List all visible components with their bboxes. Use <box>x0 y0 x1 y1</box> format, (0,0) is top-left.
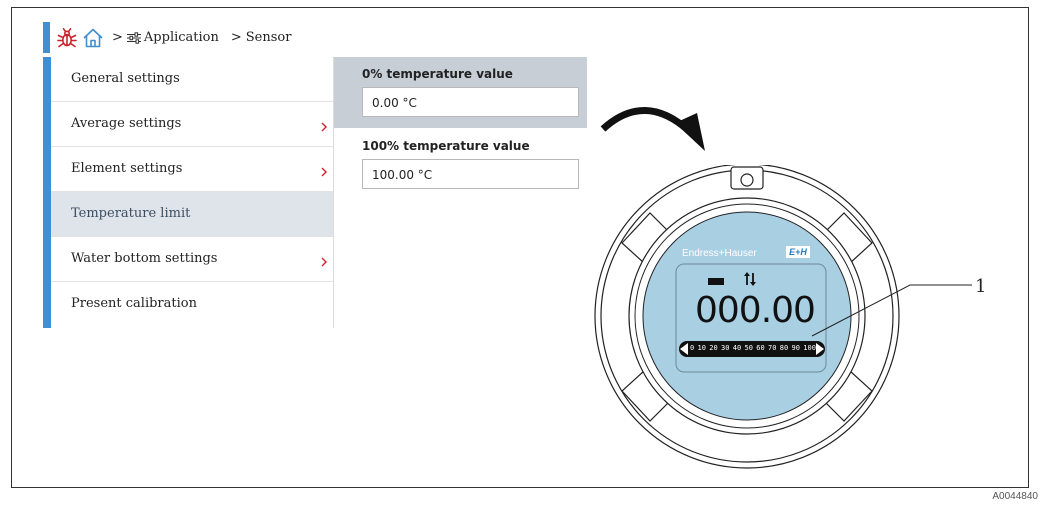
menu-item-temperature-limit[interactable]: Temperature limit <box>51 192 333 237</box>
menu-item-label: Present calibration <box>71 296 197 311</box>
settings-menu: General settings Average settings Elemen… <box>51 57 333 328</box>
param-input-0-percent[interactable]: 0.00 °C <box>362 87 579 117</box>
sliders-icon <box>126 31 141 44</box>
figure-reference-id: A0044840 <box>992 491 1038 502</box>
menu-accent-bar <box>43 57 51 328</box>
bargraph-tick: 100 <box>803 344 816 352</box>
brand-logo: E+H <box>786 246 810 258</box>
breadcrumb-separator: > <box>230 30 242 45</box>
bargraph-tick: 50 <box>744 344 753 352</box>
bargraph-tick: 60 <box>756 344 765 352</box>
bargraph-tick: 90 <box>791 344 800 352</box>
breadcrumb: > Application > Sensor <box>43 22 291 53</box>
param-label-0-percent: 0% temperature value <box>362 67 513 81</box>
bargraph-tick: 80 <box>779 344 789 352</box>
brand-name: Endress+Hauser <box>682 248 757 259</box>
measured-value-readout: 000.00 <box>695 290 816 331</box>
menu-item-label: Average settings <box>71 116 182 131</box>
breadcrumb-item-sensor[interactable]: Sensor <box>246 30 292 45</box>
param-label-100-percent: 100% temperature value <box>362 139 530 153</box>
menu-item-label: Element settings <box>71 161 183 176</box>
breadcrumb-separator: > <box>112 30 123 45</box>
bargraph-tick: 30 <box>721 344 730 352</box>
menu-item-label: Water bottom settings <box>71 251 218 266</box>
menu-item-general-settings[interactable]: General settings <box>51 57 333 102</box>
status-bar-icon <box>708 278 724 285</box>
chevron-right-icon <box>321 162 327 181</box>
menu-item-present-calibration[interactable]: Present calibration <box>51 282 333 327</box>
bargraph-tick: 10 <box>697 344 706 352</box>
menu-item-label: General settings <box>71 71 180 86</box>
menu-item-label: Temperature limit <box>71 206 191 221</box>
bargraph-tick: 70 <box>768 344 777 352</box>
home-icon[interactable] <box>82 27 104 49</box>
chevron-right-icon <box>321 117 327 136</box>
communication-arrows-icon <box>744 272 756 286</box>
breadcrumb-accent-bar <box>43 22 50 53</box>
param-input-100-percent[interactable]: 100.00 °C <box>362 159 579 189</box>
bargraph-tick: 0 <box>690 344 695 352</box>
callout-number: 1 <box>975 276 987 297</box>
bargraph-tick: 40 <box>732 344 742 352</box>
bargraph-scale: 0 10 20 30 40 50 60 70 80 90 100 <box>690 343 816 354</box>
chevron-right-icon <box>321 252 327 271</box>
breadcrumb-item-application[interactable]: Application <box>144 30 219 45</box>
bug-icon[interactable] <box>56 27 78 49</box>
bargraph-tick: 20 <box>709 344 718 352</box>
menu-item-element-settings[interactable]: Element settings <box>51 147 333 192</box>
menu-item-average-settings[interactable]: Average settings <box>51 102 333 147</box>
callout-leader-line <box>811 284 972 337</box>
menu-item-water-bottom-settings[interactable]: Water bottom settings <box>51 237 333 282</box>
rotate-arrow-icon <box>600 107 705 151</box>
